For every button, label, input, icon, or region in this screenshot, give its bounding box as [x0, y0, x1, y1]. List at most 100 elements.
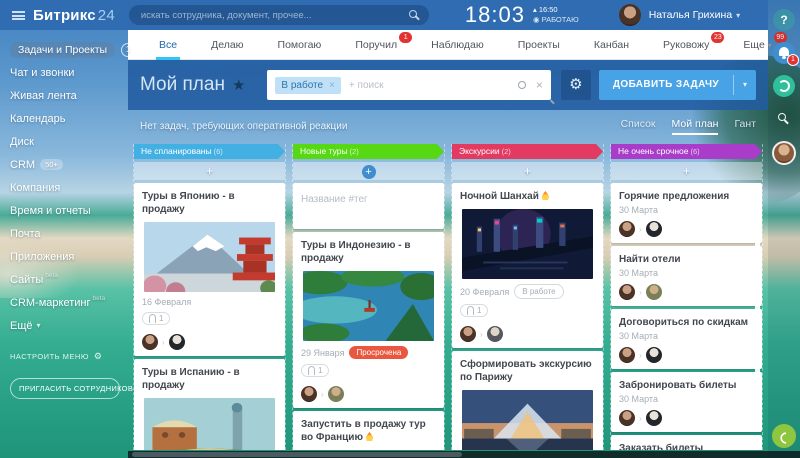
sidebar-item-crm-marketing[interactable]: CRM-маркетингbeta — [10, 291, 120, 314]
tab-badge: 1 — [399, 32, 412, 43]
filter-chip[interactable]: В работе× — [275, 77, 341, 94]
task-card[interactable]: Туры в Японию - в продажу 16 Февраля 1 › — [134, 183, 285, 356]
card-participants: › — [619, 347, 754, 363]
global-search-input[interactable] — [129, 5, 429, 25]
rail-search-button[interactable] — [773, 108, 795, 130]
invite-employees-button[interactable]: ПРИГЛАСИТЬ СОТРУДНИКОВ⊕ — [10, 378, 120, 399]
favorite-star-icon[interactable]: ★ — [232, 76, 245, 94]
creator-avatar — [301, 386, 317, 402]
tab-watching[interactable]: Наблюдаю — [414, 30, 501, 60]
task-card[interactable]: Туры в Испанию - в продажу 13 Февраля 1 … — [134, 359, 285, 450]
column-scrollbar[interactable] — [755, 184, 760, 424]
column-add-button[interactable]: + — [293, 162, 444, 180]
task-card[interactable]: Туры в Индонезию - в продажу 29 ЯнваряПр… — [293, 232, 444, 408]
work-status[interactable]: ▴ 16:50 ◉ РАБОТАЮ — [533, 5, 579, 25]
view-list[interactable]: Список — [621, 118, 656, 135]
horizontal-scrollbar[interactable] — [128, 451, 800, 458]
notifications-button[interactable]: 1 — [773, 42, 795, 64]
user-menu[interactable]: Наталья Грихина ▾ — [619, 4, 741, 26]
filter-search-icon[interactable] — [518, 81, 526, 89]
phone-button[interactable] — [772, 424, 796, 448]
column-header[interactable]: Не очень срочное(6) — [611, 144, 762, 159]
task-card[interactable]: Найти отели 30 Марта › — [611, 246, 762, 306]
card-participants: › — [301, 386, 436, 402]
column-add-button[interactable]: + — [611, 162, 762, 180]
sidebar-item-chat[interactable]: Чат и звонки — [10, 61, 120, 84]
rail-profile-avatar[interactable] — [772, 141, 796, 165]
checklist-icon — [467, 306, 474, 315]
sidebar-item-drive[interactable]: Диск — [10, 130, 120, 153]
column-header[interactable]: Не спланированы(6) — [134, 144, 285, 159]
configure-menu-button[interactable]: НАСТРОИТЬ МЕНЮ⚙ — [10, 351, 120, 362]
filter-box[interactable]: В работе× × — [267, 70, 551, 100]
sidebar-item-mail[interactable]: Почта — [10, 222, 120, 245]
sidebar-item-more[interactable]: Ещё▾ — [10, 314, 120, 337]
status-badge: В работе — [514, 284, 563, 299]
attachment-badge: 1 — [301, 364, 329, 377]
task-card[interactable]: Запустить в продажу тур во Францию — [293, 411, 444, 450]
tab-kanban[interactable]: Канбан — [577, 30, 646, 60]
bell-icon — [779, 47, 789, 56]
menu-icon[interactable] — [12, 11, 25, 20]
sidebar-item-tasks[interactable]: Задачи и Проекты1 — [10, 38, 120, 61]
card-image-paris — [462, 390, 593, 450]
card-participants: › — [460, 326, 595, 342]
task-card[interactable]: Забронировать билеты 30 Марта › — [611, 372, 762, 432]
tasks-count-badge: 1 — [121, 43, 135, 57]
user-avatar — [619, 4, 641, 26]
task-card[interactable]: Заказать билеты 28 Февраля › — [611, 435, 762, 450]
task-card[interactable]: Горячие предложения 30 Марта › — [611, 183, 762, 243]
video-call-button[interactable] — [773, 75, 795, 97]
plus-icon: + — [683, 164, 690, 178]
due-date: 20 Февраля — [460, 287, 509, 297]
assignee-avatar — [646, 347, 662, 363]
view-my-plan[interactable]: Мой план — [672, 118, 719, 135]
tab-doing[interactable]: Делаю — [194, 30, 260, 60]
column-add-button[interactable]: + — [452, 162, 603, 180]
tab-helping[interactable]: Помогаю — [261, 30, 339, 60]
flame-icon — [542, 191, 549, 200]
filter-clear-icon[interactable]: × — [536, 78, 543, 92]
tab-all[interactable]: Все — [142, 30, 194, 60]
filter-search-input[interactable] — [349, 80, 518, 91]
plus-icon: ⊕ — [136, 384, 143, 393]
column-add-button[interactable]: + — [134, 162, 285, 180]
sidebar-item-feed[interactable]: Живая лента — [10, 84, 120, 107]
chip-close-icon[interactable]: × — [329, 80, 335, 91]
tab-projects[interactable]: Проекты — [501, 30, 577, 60]
card-image-spain — [144, 398, 275, 450]
creator-avatar — [142, 334, 158, 350]
quick-add-card[interactable] — [293, 183, 444, 229]
arrow-icon: › — [162, 338, 165, 347]
task-card[interactable]: Договориться по скидкам 30 Марта › — [611, 309, 762, 369]
assignee-avatar — [169, 334, 185, 350]
quick-add-input[interactable] — [301, 194, 436, 205]
column-header[interactable]: Новые туры(2) — [293, 144, 444, 159]
add-task-caret-icon[interactable]: ▾ — [734, 70, 756, 100]
tab-managing[interactable]: Руковожу23 — [646, 30, 726, 60]
task-card[interactable]: Сформировать экскурсию по Парижу 29 Март… — [452, 351, 603, 450]
creator-avatar — [619, 347, 635, 363]
sidebar-item-company[interactable]: Компания — [10, 176, 120, 199]
board-settings-button[interactable]: ⚙ — [561, 70, 591, 100]
status-badge: Просрочена — [349, 346, 408, 359]
sidebar-item-apps[interactable]: Приложения — [10, 245, 120, 268]
page-title: Мой план — [140, 74, 225, 96]
creator-avatar — [460, 326, 476, 342]
plus-icon: + — [524, 164, 531, 178]
sidebar-item-crm[interactable]: CRM50+ — [10, 153, 120, 176]
sidebar-item-calendar[interactable]: Календарь — [10, 107, 120, 130]
view-gantt[interactable]: Гант — [734, 118, 756, 135]
app-logo[interactable]: Битрикс24 — [33, 7, 115, 24]
assignee-avatar — [646, 410, 662, 426]
task-card[interactable]: Ночной Шанхай 20 ФевраляВ работе 1 › — [452, 183, 603, 348]
search-icon[interactable] — [409, 10, 417, 18]
help-button[interactable]: ? — [773, 9, 795, 31]
tab-delegated[interactable]: Поручил1 — [338, 30, 414, 60]
sidebar-item-time-reports[interactable]: Время и отчеты — [10, 199, 120, 222]
add-task-button[interactable]: ДОБАВИТЬ ЗАДАЧУ ▾ — [599, 70, 756, 100]
work-clock[interactable]: 18:03 — [465, 2, 525, 28]
assignee-avatar — [646, 221, 662, 237]
sidebar-item-sites[interactable]: Сайтыbeta — [10, 268, 120, 291]
column-header[interactable]: Экскурсии(2) — [452, 144, 603, 159]
